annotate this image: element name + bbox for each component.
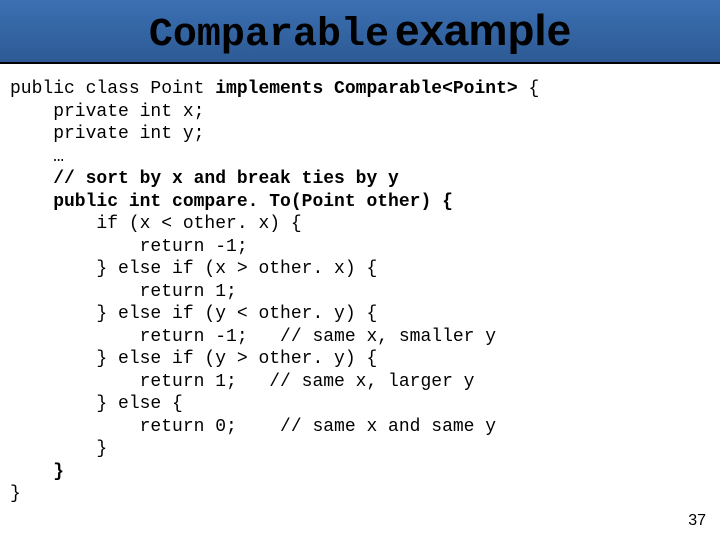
code-line-04: … [10, 147, 64, 167]
page-number: 37 [688, 512, 706, 530]
code-line-07: if (x < other. x) { [10, 214, 302, 234]
code-line-18: } [10, 462, 64, 482]
code-line-01b: implements Comparable<Point> [204, 79, 517, 99]
code-line-19: } [10, 484, 21, 504]
code-line-16: return 0; // same x and same y [10, 417, 496, 437]
code-block: public class Point implements Comparable… [0, 64, 720, 506]
code-line-17: } [10, 439, 107, 459]
title-word-example: example [395, 6, 571, 55]
code-line-03: private int y; [10, 124, 204, 144]
code-line-09: } else if (x > other. x) { [10, 259, 377, 279]
code-line-01a: public class Point [10, 79, 204, 99]
code-line-06: public int compare. To(Point other) { [10, 192, 453, 212]
code-line-11: } else if (y < other. y) { [10, 304, 377, 324]
code-line-14: return 1; // same x, larger y [10, 372, 474, 392]
title-word-comparable: Comparable [149, 13, 389, 58]
code-line-15: } else { [10, 394, 183, 414]
slide: Comparableexample public class Point imp… [0, 0, 720, 540]
code-line-12: return -1; // same x, smaller y [10, 327, 496, 347]
code-line-02: private int x; [10, 102, 204, 122]
code-line-08: return -1; [10, 237, 248, 257]
code-line-13: } else if (y > other. y) { [10, 349, 377, 369]
code-line-05: // sort by x and break ties by y [10, 169, 399, 189]
title-bar: Comparableexample [0, 0, 720, 64]
code-line-10: return 1; [10, 282, 237, 302]
code-line-01c: { [518, 79, 540, 99]
